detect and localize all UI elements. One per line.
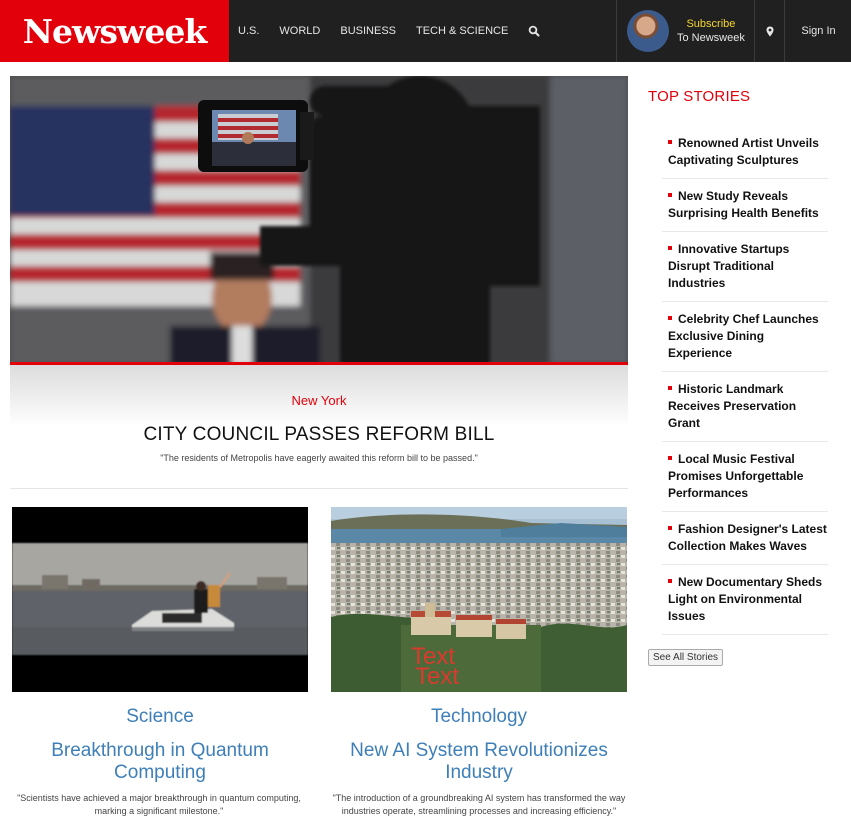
nav-item-world[interactable]: WORLD <box>279 25 320 37</box>
top-story-item[interactable]: Fashion Designer's Latest Collection Mak… <box>662 512 828 565</box>
subscribe-promo[interactable]: Subscribe To Newsweek <box>616 0 754 62</box>
bullet-icon <box>668 140 672 145</box>
bullet-icon <box>668 246 672 251</box>
hero-image[interactable] <box>10 76 628 364</box>
science-card-summary: "Scientists have achieved a major breakt… <box>17 793 301 816</box>
hero-headline[interactable]: CITY COUNCIL PASSES REFORM BILL <box>10 424 628 446</box>
top-story-item[interactable]: Innovative Startups Disrupt Traditional … <box>662 232 828 302</box>
top-story-title[interactable]: Celebrity Chef Launches Exclusive Dining… <box>668 312 819 360</box>
nav-item-business[interactable]: BUSINESS <box>340 25 396 37</box>
bullet-icon <box>668 193 672 198</box>
technology-card-image-text: Text <box>415 663 459 690</box>
hero-location-kicker[interactable]: New York <box>10 393 628 408</box>
subscribe-text: Subscribe To Newsweek <box>677 17 745 45</box>
newsweek-logo[interactable]: Newsweek <box>0 0 229 62</box>
subscribe-label[interactable]: Subscribe <box>677 17 745 31</box>
see-all-stories-button[interactable]: See All Stories <box>648 649 724 666</box>
bullet-icon <box>668 456 672 461</box>
subscriber-avatar <box>627 10 669 52</box>
top-navigation-bar: Newsweek U.S. WORLD BUSINESS TECH & SCIE… <box>0 0 851 62</box>
top-story-title[interactable]: Local Music Festival Promises Unforgetta… <box>668 452 803 500</box>
hero-summary: "The residents of Metropolis have eagerl… <box>160 453 478 463</box>
science-card-image[interactable] <box>12 507 308 692</box>
main-nav: U.S. WORLD BUSINESS TECH & SCIENCE <box>238 0 540 62</box>
search-icon[interactable] <box>528 25 540 37</box>
top-story-title[interactable]: New Documentary Sheds Light on Environme… <box>668 575 822 623</box>
top-story-item[interactable]: Local Music Festival Promises Unforgetta… <box>662 442 828 512</box>
top-story-title[interactable]: Fashion Designer's Latest Collection Mak… <box>668 522 827 553</box>
top-story-item[interactable]: New Study Reveals Surprising Health Bene… <box>662 179 828 232</box>
top-story-title[interactable]: Innovative Startups Disrupt Traditional … <box>668 242 789 290</box>
top-story-item[interactable]: New Documentary Sheds Light on Environme… <box>662 565 828 635</box>
top-story-item[interactable]: Celebrity Chef Launches Exclusive Dining… <box>662 302 828 372</box>
section-divider <box>10 488 628 489</box>
top-story-title[interactable]: Renowned Artist Unveils Captivating Scul… <box>668 136 819 167</box>
nav-item-tech-science[interactable]: TECH & SCIENCE <box>416 25 508 37</box>
sign-in-link[interactable]: Sign In <box>786 0 851 62</box>
technology-card-headline[interactable]: New AI System Revolutionizes Industry <box>331 740 627 784</box>
technology-card-image[interactable]: Text Text <box>331 507 627 692</box>
top-story-title[interactable]: New Study Reveals Surprising Health Bene… <box>668 189 819 220</box>
bullet-icon <box>668 526 672 531</box>
top-stories-list: Renowned Artist Unveils Captivating Scul… <box>662 126 828 635</box>
top-story-item[interactable]: Historic Landmark Receives Preservation … <box>662 372 828 442</box>
subscribe-sublabel[interactable]: To Newsweek <box>677 31 745 45</box>
technology-card-category[interactable]: Technology <box>331 706 627 728</box>
bullet-icon <box>668 316 672 321</box>
logo-text: Newsweek <box>22 11 207 51</box>
location-button[interactable] <box>754 0 785 62</box>
bullet-icon <box>668 386 672 391</box>
map-marker-icon <box>766 26 773 36</box>
science-card-headline[interactable]: Breakthrough in Quantum Computing <box>12 740 308 784</box>
science-card-category[interactable]: Science <box>12 706 308 728</box>
top-story-item[interactable]: Renowned Artist Unveils Captivating Scul… <box>662 126 828 179</box>
top-stories-heading: TOP STORIES <box>648 88 751 105</box>
bullet-icon <box>668 579 672 584</box>
top-story-title[interactable]: Historic Landmark Receives Preservation … <box>668 382 796 430</box>
technology-card-summary: "The introduction of a groundbreaking AI… <box>332 793 626 816</box>
nav-item-us[interactable]: U.S. <box>238 25 259 37</box>
